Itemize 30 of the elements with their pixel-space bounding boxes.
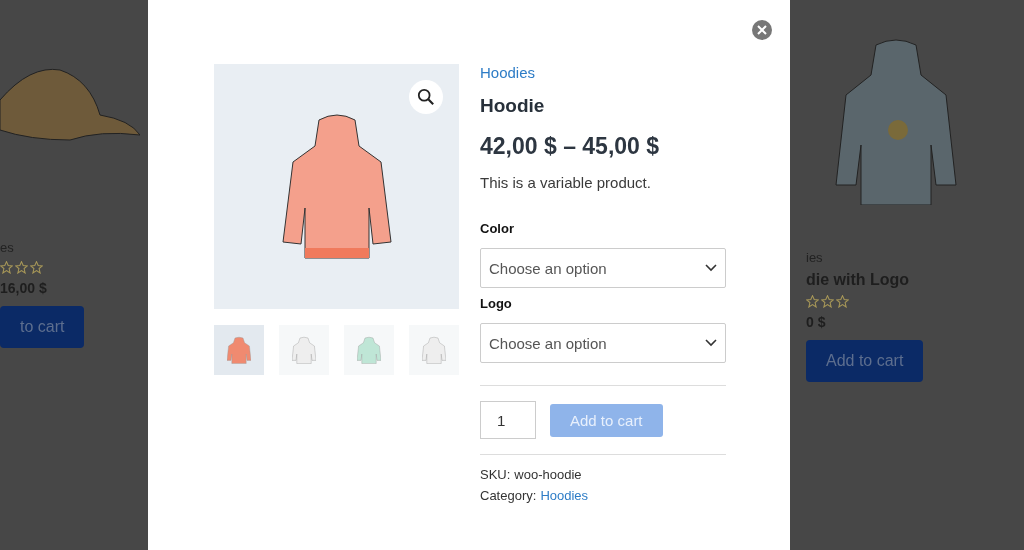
meta-label: Category: <box>480 488 537 503</box>
attribute-label: Logo <box>480 296 513 311</box>
thumbnail[interactable] <box>279 325 329 375</box>
attribute-label: Color <box>480 221 515 236</box>
thumbnail[interactable] <box>344 325 394 375</box>
star-icon <box>15 261 28 274</box>
quantity-field[interactable]: 1 <box>480 401 536 439</box>
category-link[interactable]: Hoodies <box>480 64 726 81</box>
thumbnail[interactable] <box>409 325 459 375</box>
add-to-cart-button[interactable]: to cart <box>0 306 85 348</box>
search-icon <box>417 88 435 106</box>
star-icon <box>0 261 13 274</box>
star-icon <box>806 295 819 308</box>
meta-label: SKU: <box>480 467 511 482</box>
star-icon <box>836 295 849 308</box>
meta-value: woo-hoodie <box>514 467 582 482</box>
product-price: 42,00 $ – 45,00 $ <box>480 133 661 160</box>
thumbnail[interactable] <box>214 325 264 375</box>
close-icon[interactable] <box>752 20 772 40</box>
chevron-down-icon <box>705 339 717 347</box>
star-icon <box>821 295 834 308</box>
zoom-button[interactable] <box>409 80 443 114</box>
product-description: This is a variable product. <box>480 174 652 191</box>
product-title: Hoodie <box>480 95 546 117</box>
option-select[interactable]: Choose an option <box>480 323 726 363</box>
chevron-down-icon <box>705 264 717 272</box>
star-icon <box>30 261 43 274</box>
category-link[interactable]: Hoodies <box>540 488 589 503</box>
option-select[interactable]: Choose an option <box>480 248 726 288</box>
add-to-cart-button[interactable]: Add to cart <box>806 340 924 382</box>
